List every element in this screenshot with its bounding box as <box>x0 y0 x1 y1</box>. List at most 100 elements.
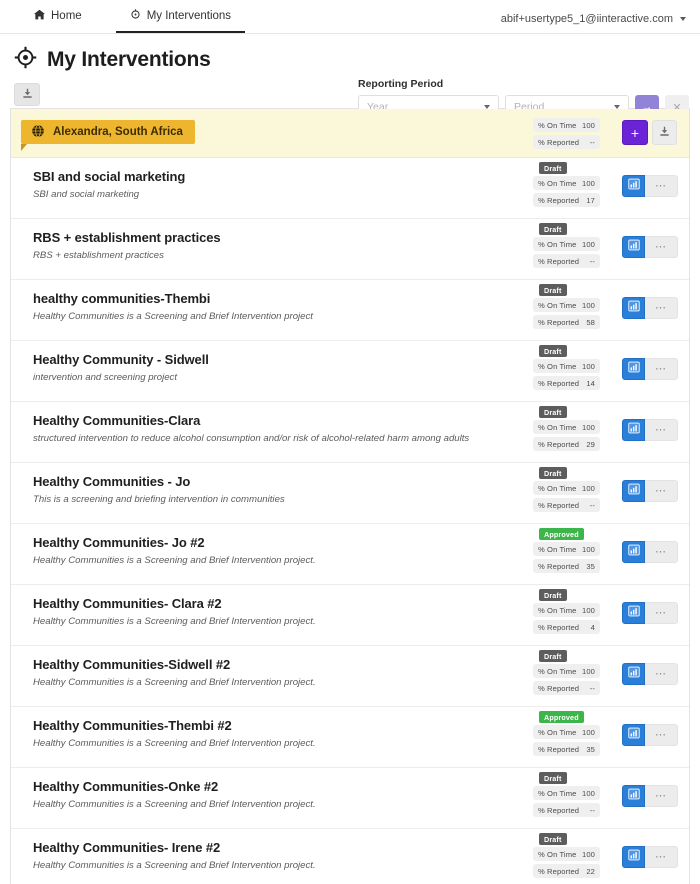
intervention-row[interactable]: Healthy Communities-Thembi #2 Healthy Co… <box>11 706 689 767</box>
more-options-button[interactable]: ⋯ <box>645 663 678 685</box>
intervention-row[interactable]: RBS + establishment practices RBS + esta… <box>11 218 689 279</box>
on-time-value: 100 <box>582 788 595 798</box>
reported-key: % Reported <box>538 866 580 876</box>
intervention-description: Healthy Communities is a Screening and B… <box>33 311 313 322</box>
intervention-stats: % On Time 100 % Reported -- <box>533 481 600 515</box>
export-download-button[interactable] <box>14 83 40 106</box>
view-chart-button[interactable] <box>622 663 645 685</box>
intervention-description: Healthy Communities is a Screening and B… <box>33 555 316 566</box>
on-time-pill: % On Time 100 <box>533 359 600 373</box>
intervention-row[interactable]: Healthy Communities-Clara structured int… <box>11 401 689 462</box>
intervention-title: Healthy Community - Sidwell <box>33 352 209 367</box>
intervention-title: healthy communities-Thembi <box>33 291 211 306</box>
intervention-actions: ⋯ <box>622 724 678 746</box>
top-navigation-bar: Home My Interventions abif+usertype5_1@i… <box>0 0 700 34</box>
on-time-key: % On Time <box>538 422 577 432</box>
page-header: My Interventions Reporting Period Year P… <box>0 34 700 119</box>
on-time-value: 100 <box>582 422 595 432</box>
on-time-key: % On Time <box>538 849 577 859</box>
reported-value: 22 <box>586 866 595 876</box>
intervention-stats: % On Time 100 % Reported -- <box>533 237 600 271</box>
location-on-time-value: 100 <box>582 120 595 130</box>
globe-icon <box>31 124 45 141</box>
intervention-row[interactable]: Healthy Communities-Onke #2 Healthy Comm… <box>11 767 689 828</box>
bar-chart-icon <box>627 848 640 866</box>
account-menu[interactable]: abif+usertype5_1@iinteractive.com <box>501 13 686 25</box>
view-chart-button[interactable] <box>622 785 645 807</box>
view-chart-button[interactable] <box>622 846 645 868</box>
location-reported-pill: % Reported -- <box>533 135 600 149</box>
on-time-pill: % On Time 100 <box>533 298 600 312</box>
bar-chart-icon <box>627 238 640 256</box>
intervention-row[interactable]: Healthy Communities- Jo #2 Healthy Commu… <box>11 523 689 584</box>
more-options-button[interactable]: ⋯ <box>645 236 678 258</box>
intervention-actions: ⋯ <box>622 297 678 319</box>
more-options-button[interactable]: ⋯ <box>645 602 678 624</box>
nav-item-home[interactable]: Home <box>20 9 96 33</box>
more-options-button[interactable]: ⋯ <box>645 175 678 197</box>
nav-item-my-interventions[interactable]: My Interventions <box>115 9 246 33</box>
view-chart-button[interactable] <box>622 419 645 441</box>
intervention-description: Healthy Communities is a Screening and B… <box>33 738 316 749</box>
reported-value: 4 <box>590 622 595 632</box>
intervention-description: Healthy Communities is a Screening and B… <box>33 860 316 871</box>
intervention-row[interactable]: Healthy Community - Sidwell intervention… <box>11 340 689 401</box>
on-time-value: 100 <box>582 849 595 859</box>
view-chart-button[interactable] <box>622 724 645 746</box>
add-intervention-button[interactable]: + <box>622 120 648 145</box>
intervention-row[interactable]: Healthy Communities-Sidwell #2 Healthy C… <box>11 645 689 706</box>
on-time-value: 100 <box>582 361 595 371</box>
plus-icon: + <box>630 124 640 141</box>
intervention-row[interactable]: Healthy Communities - Jo This is a scree… <box>11 462 689 523</box>
reported-key: % Reported <box>538 195 580 205</box>
reported-pill: % Reported 14 <box>533 376 600 390</box>
bar-chart-icon <box>627 787 640 805</box>
intervention-stats: % On Time 100 % Reported 35 <box>533 542 600 576</box>
intervention-title: Healthy Communities-Sidwell #2 <box>33 657 231 672</box>
status-badge: Draft <box>539 162 567 174</box>
download-icon <box>659 124 670 142</box>
intervention-row[interactable]: SBI and social marketing SBI and social … <box>11 157 689 218</box>
more-options-button[interactable]: ⋯ <box>645 419 678 441</box>
location-tag[interactable]: Alexandra, South Africa <box>21 120 195 151</box>
view-chart-button[interactable] <box>622 175 645 197</box>
more-options-button[interactable]: ⋯ <box>645 480 678 502</box>
bar-chart-icon <box>627 177 640 195</box>
intervention-title: SBI and social marketing <box>33 169 186 184</box>
on-time-pill: % On Time 100 <box>533 725 600 739</box>
reported-key: % Reported <box>538 256 580 266</box>
view-chart-button[interactable] <box>622 297 645 319</box>
location-on-time-pill: % On Time 100 <box>533 118 600 132</box>
reported-key: % Reported <box>538 500 580 510</box>
more-options-button[interactable]: ⋯ <box>645 846 678 868</box>
ellipsis-icon: ⋯ <box>655 546 667 558</box>
home-icon <box>34 9 45 23</box>
intervention-actions: ⋯ <box>622 236 678 258</box>
more-options-button[interactable]: ⋯ <box>645 724 678 746</box>
intervention-actions: ⋯ <box>622 846 678 868</box>
intervention-row[interactable]: healthy communities-Thembi Healthy Commu… <box>11 279 689 340</box>
reported-pill: % Reported -- <box>533 681 600 695</box>
location-download-button[interactable] <box>652 120 677 145</box>
intervention-actions: ⋯ <box>622 602 678 624</box>
location-on-time-key: % On Time <box>538 120 577 130</box>
on-time-value: 100 <box>582 239 595 249</box>
more-options-button[interactable]: ⋯ <box>645 541 678 563</box>
intervention-description: structured intervention to reduce alcoho… <box>33 433 470 444</box>
view-chart-button[interactable] <box>622 541 645 563</box>
reported-value: 35 <box>586 744 595 754</box>
more-options-button[interactable]: ⋯ <box>645 297 678 319</box>
on-time-key: % On Time <box>538 300 577 310</box>
reported-value: -- <box>589 805 595 815</box>
view-chart-button[interactable] <box>622 602 645 624</box>
view-chart-button[interactable] <box>622 480 645 502</box>
view-chart-button[interactable] <box>622 358 645 380</box>
more-options-button[interactable]: ⋯ <box>645 358 678 380</box>
more-options-button[interactable]: ⋯ <box>645 785 678 807</box>
intervention-row[interactable]: Healthy Communities- Irene #2 Healthy Co… <box>11 828 689 884</box>
reported-key: % Reported <box>538 744 580 754</box>
view-chart-button[interactable] <box>622 236 645 258</box>
intervention-row[interactable]: Healthy Communities- Clara #2 Healthy Co… <box>11 584 689 645</box>
on-time-value: 100 <box>582 178 595 188</box>
intervention-list: SBI and social marketing SBI and social … <box>11 157 689 884</box>
